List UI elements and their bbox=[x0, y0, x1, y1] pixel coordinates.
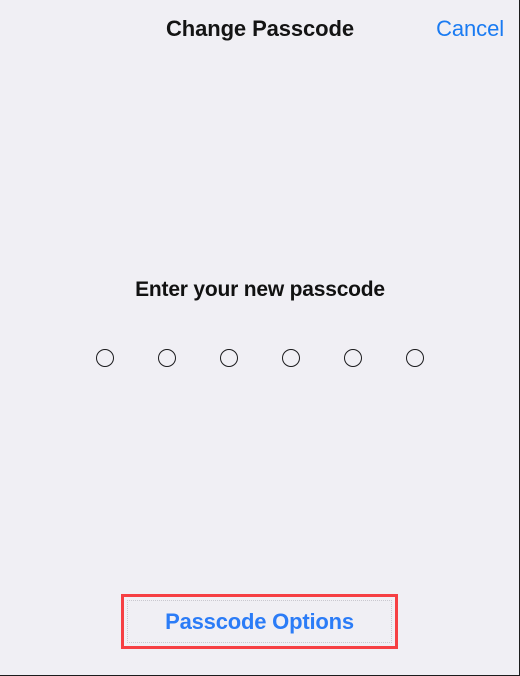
navigation-bar: Change Passcode Cancel bbox=[0, 0, 519, 62]
passcode-prompt-label: Enter your new passcode bbox=[135, 278, 385, 301]
passcode-dot-2 bbox=[158, 349, 176, 367]
passcode-dot-1 bbox=[96, 349, 114, 367]
passcode-dot-4 bbox=[282, 349, 300, 367]
passcode-options-highlight: Passcode Options bbox=[121, 594, 398, 649]
passcode-dot-5 bbox=[344, 349, 362, 367]
change-passcode-screen: Change Passcode Cancel Enter your new pa… bbox=[0, 0, 520, 676]
passcode-dot-6 bbox=[406, 349, 424, 367]
passcode-dot-3 bbox=[220, 349, 238, 367]
cancel-button[interactable]: Cancel bbox=[436, 14, 504, 44]
passcode-options-button[interactable]: Passcode Options bbox=[124, 597, 395, 646]
passcode-entry-field[interactable] bbox=[0, 347, 519, 369]
